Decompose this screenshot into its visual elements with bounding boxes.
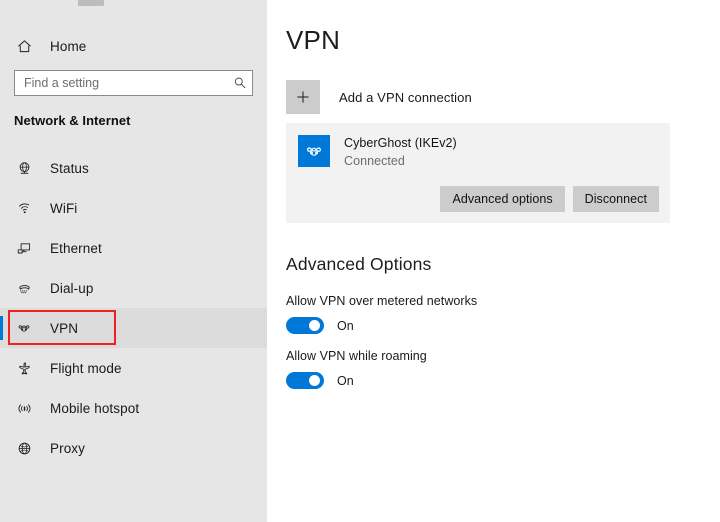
toggle-knob (309, 375, 320, 386)
sidebar-label-proxy: Proxy (50, 441, 85, 456)
sidebar-item-home[interactable]: Home (0, 31, 267, 61)
sidebar-label-ethernet: Ethernet (50, 241, 102, 256)
sidebar-label-wifi: WiFi (50, 201, 77, 216)
vpn-connection-text: CyberGhost (IKEv2) Connected (344, 135, 457, 169)
proxy-globe-icon (14, 438, 34, 458)
search-icon[interactable] (228, 71, 252, 95)
settings-content-pane: VPN Add a VPN connection (267, 0, 720, 522)
wifi-icon (14, 198, 34, 218)
disconnect-button[interactable]: Disconnect (573, 186, 659, 212)
vpn-connection-name: CyberGhost (IKEv2) (344, 135, 457, 151)
advanced-options-button[interactable]: Advanced options (440, 186, 564, 212)
toggle-knob (309, 320, 320, 331)
vpn-tile-icon (298, 135, 330, 167)
window-chrome-stub (78, 0, 104, 6)
airplane-icon (14, 358, 34, 378)
plus-icon (286, 80, 320, 114)
option-label-roaming: Allow VPN while roaming (286, 349, 427, 363)
sidebar-item-mobile-hotspot[interactable]: Mobile hotspot (0, 388, 267, 428)
vpn-icon (14, 318, 34, 338)
sidebar-label-vpn: VPN (50, 321, 78, 336)
sidebar-item-proxy[interactable]: Proxy (0, 428, 267, 468)
vpn-card-actions: Advanced options Disconnect (440, 186, 659, 212)
sidebar-item-wifi[interactable]: WiFi (0, 188, 267, 228)
vpn-connection-card[interactable]: CyberGhost (IKEv2) Connected Advanced op… (286, 123, 670, 223)
sidebar-label-mobile-hotspot: Mobile hotspot (50, 401, 139, 416)
sidebar-nav-list: Status WiFi (0, 148, 267, 468)
toggle-while-roaming[interactable] (286, 372, 324, 389)
search-box[interactable] (14, 70, 253, 96)
ethernet-icon (14, 238, 34, 258)
selection-indicator (0, 316, 3, 340)
toggle-row-metered: On (286, 317, 477, 334)
sidebar-item-flight-mode[interactable]: Flight mode (0, 348, 267, 388)
toggle-state-roaming: On (337, 374, 354, 388)
page-title: VPN (286, 25, 340, 56)
settings-sidebar: Home Network & Internet (0, 0, 267, 522)
add-vpn-connection-button[interactable]: Add a VPN connection (286, 80, 472, 114)
sidebar-item-status[interactable]: Status (0, 148, 267, 188)
sidebar-item-vpn[interactable]: VPN (0, 308, 267, 348)
settings-window: Home Network & Internet (0, 0, 720, 522)
toggle-row-roaming: On (286, 372, 427, 389)
search-input[interactable] (15, 71, 228, 95)
option-allow-vpn-over-metered-networks: Allow VPN over metered networks On (286, 294, 477, 334)
sidebar-item-dial-up[interactable]: Dial-up (0, 268, 267, 308)
vpn-connection-info: CyberGhost (IKEv2) Connected (298, 135, 457, 169)
add-vpn-connection-label: Add a VPN connection (339, 90, 472, 105)
sidebar-label-status: Status (50, 161, 89, 176)
advanced-options-heading: Advanced Options (286, 254, 431, 275)
option-allow-vpn-while-roaming: Allow VPN while roaming On (286, 349, 427, 389)
sidebar-home-label: Home (50, 39, 86, 54)
toggle-metered-networks[interactable] (286, 317, 324, 334)
sidebar-label-dial-up: Dial-up (50, 281, 93, 296)
sidebar-label-flight-mode: Flight mode (50, 361, 122, 376)
toggle-state-metered: On (337, 319, 354, 333)
sidebar-section-title: Network & Internet (14, 113, 130, 128)
home-icon (14, 36, 34, 56)
sidebar-item-ethernet[interactable]: Ethernet (0, 228, 267, 268)
dial-up-icon (14, 278, 34, 298)
status-globe-icon (14, 158, 34, 178)
option-label-metered: Allow VPN over metered networks (286, 294, 477, 308)
vpn-connection-status: Connected (344, 153, 457, 169)
mobile-hotspot-icon (14, 398, 34, 418)
